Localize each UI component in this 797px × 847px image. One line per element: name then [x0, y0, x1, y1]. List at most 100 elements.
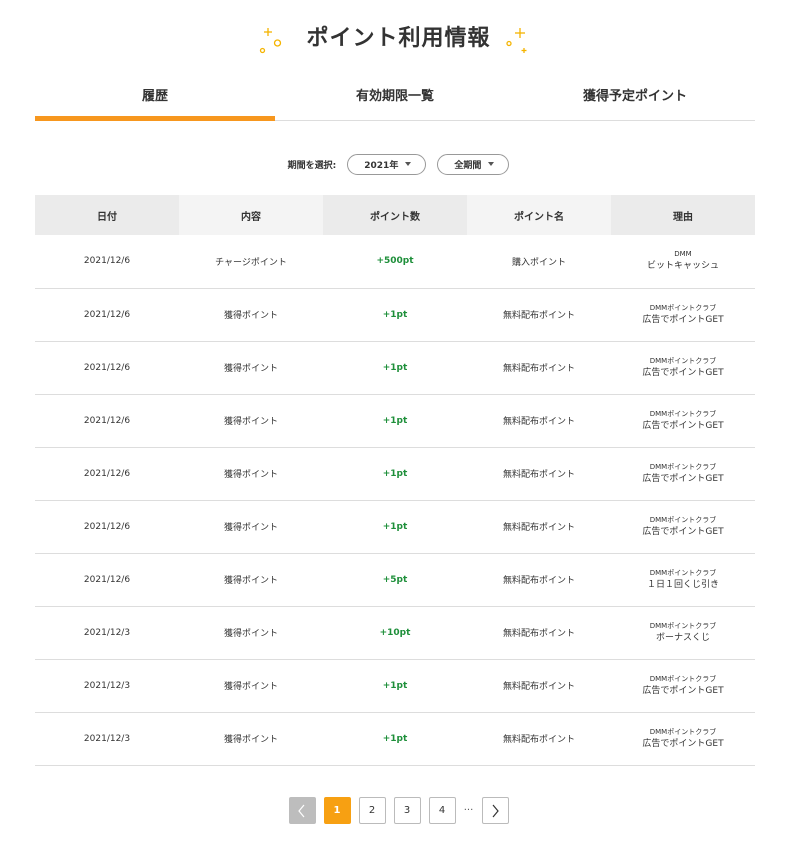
reason-source: DMMポイントクラブ [649, 303, 717, 312]
cell-date: 2021/12/6 [35, 447, 179, 501]
period-select-value: 全期間 [454, 160, 482, 171]
cell-date: 2021/12/3 [35, 606, 179, 660]
reason-detail: 広告でポイントGET [642, 473, 724, 484]
page-3-button[interactable]: 3 [393, 797, 421, 824]
header-reason: 理由 [611, 195, 755, 235]
history-table: 日付 内容 ポイント数 ポイント名 理由 2021/12/6 チャージポイント … [35, 195, 755, 766]
sparkle-icon [506, 28, 527, 53]
reason-source: DMMポイントクラブ [649, 462, 717, 471]
reason-detail: 広告でポイントGET [642, 685, 724, 696]
cell-points: +1pt [323, 288, 467, 342]
cell-point-name: 無料配布ポイント [467, 553, 611, 607]
year-select[interactable]: 2021年 [347, 153, 427, 175]
cell-date: 2021/12/3 [35, 712, 179, 766]
cell-point-name: 購入ポイント [467, 235, 611, 289]
cell-date: 2021/12/6 [35, 288, 179, 342]
reason-source: DMMポイントクラブ [649, 568, 717, 577]
year-select-value: 2021年 [364, 160, 399, 171]
cell-point-name: 無料配布ポイント [467, 712, 611, 766]
reason-source: DMMポイントクラブ [649, 621, 717, 630]
cell-reason: DMM ビットキャッシュ [611, 235, 755, 289]
reason-source: DMMポイントクラブ [649, 674, 717, 683]
page-2-button[interactable]: 2 [358, 797, 386, 824]
reason-detail: 広告でポイントGET [642, 526, 724, 537]
cell-points: +500pt [323, 235, 467, 289]
cell-reason: DMMポイントクラブ １日１回くじ引き [611, 553, 755, 607]
cell-point-name: 無料配布ポイント [467, 341, 611, 395]
caret-down-icon [488, 162, 495, 166]
reason-detail: 広告でポイントGET [642, 420, 724, 431]
reason-detail: 広告でポイントGET [642, 738, 724, 749]
cell-date: 2021/12/6 [35, 394, 179, 448]
cell-point-name: 無料配布ポイント [467, 659, 611, 713]
cell-point-name: 無料配布ポイント [467, 606, 611, 660]
cell-reason: DMMポイントクラブ 広告でポイントGET [611, 341, 755, 395]
cell-point-name: 無料配布ポイント [467, 500, 611, 554]
reason-detail: 広告でポイントGET [642, 367, 724, 378]
cell-reason: DMMポイントクラブ ボーナスくじ [611, 606, 755, 660]
cell-points: +1pt [323, 659, 467, 713]
cell-content: 獲得ポイント [179, 500, 323, 554]
chevron-right-icon [492, 804, 499, 817]
chevron-left-icon [298, 804, 305, 817]
table-row: 2021/12/3 獲得ポイント +1pt 無料配布ポイント DMMポイントクラ… [35, 712, 755, 766]
prev-page-button[interactable] [288, 797, 316, 824]
reason-source: DMMポイントクラブ [649, 409, 717, 418]
table-row: 2021/12/6 獲得ポイント +1pt 無料配布ポイント DMMポイントクラ… [35, 394, 755, 448]
cell-content: 獲得ポイント [179, 553, 323, 607]
cell-points: +10pt [323, 606, 467, 660]
table-header-row: 日付 内容 ポイント数 ポイント名 理由 [35, 195, 755, 235]
cell-points: +5pt [323, 553, 467, 607]
reason-detail: ビットキャッシュ [646, 261, 719, 272]
page-title: ポイント利用情報 [306, 26, 491, 51]
cell-date: 2021/12/6 [35, 500, 179, 554]
page-header: ポイント利用情報 [0, 22, 797, 58]
reason-detail: ボーナスくじ [655, 632, 710, 643]
cell-content: 獲得ポイント [179, 394, 323, 448]
cell-points: +1pt [323, 712, 467, 766]
cell-reason: DMMポイントクラブ 広告でポイントGET [611, 659, 755, 713]
cell-reason: DMMポイントクラブ 広告でポイントGET [611, 394, 755, 448]
cell-date: 2021/12/6 [35, 553, 179, 607]
cell-points: +1pt [323, 341, 467, 395]
tab-scheduled-points[interactable]: 獲得予定ポイント [515, 80, 755, 120]
cell-points: +1pt [323, 500, 467, 554]
cell-content: 獲得ポイント [179, 447, 323, 501]
cell-content: 獲得ポイント [179, 659, 323, 713]
period-select[interactable]: 全期間 [437, 153, 510, 175]
caret-down-icon [405, 162, 412, 166]
tab-history[interactable]: 履歴 [35, 80, 275, 121]
reason-source: DMMポイントクラブ [649, 727, 717, 736]
header-point-name: ポイント名 [467, 195, 611, 235]
next-page-button[interactable] [481, 797, 509, 824]
pagination-ellipsis: ··· [463, 805, 474, 816]
cell-reason: DMMポイントクラブ 広告でポイントGET [611, 712, 755, 766]
tab-bar: 履歴 有効期限一覧 獲得予定ポイント [35, 80, 755, 121]
sparkle-icon [259, 28, 282, 54]
cell-content: 獲得ポイント [179, 288, 323, 342]
cell-content: チャージポイント [179, 235, 323, 289]
filter-label: 期間を選択: [287, 160, 337, 171]
page-4-button[interactable]: 4 [428, 797, 456, 824]
header-content: 内容 [179, 195, 323, 235]
cell-points: +1pt [323, 447, 467, 501]
cell-reason: DMMポイントクラブ 広告でポイントGET [611, 500, 755, 554]
reason-detail: 広告でポイントGET [642, 314, 724, 325]
table-row: 2021/12/6 獲得ポイント +1pt 無料配布ポイント DMMポイントクラ… [35, 288, 755, 342]
reason-detail: １日１回くじ引き [646, 579, 719, 590]
table-row: 2021/12/3 獲得ポイント +1pt 無料配布ポイント DMMポイントクラ… [35, 659, 755, 713]
tab-expiration-list[interactable]: 有効期限一覧 [275, 80, 515, 120]
table-row: 2021/12/3 獲得ポイント +10pt 無料配布ポイント DMMポイントク… [35, 606, 755, 660]
reason-source: DMM [674, 250, 692, 259]
cell-point-name: 無料配布ポイント [467, 394, 611, 448]
table-row: 2021/12/6 チャージポイント +500pt 購入ポイント DMM ビットキ… [35, 235, 755, 289]
cell-point-name: 無料配布ポイント [467, 288, 611, 342]
pagination: 1 2 3 4 ··· [0, 797, 797, 824]
table-row: 2021/12/6 獲得ポイント +1pt 無料配布ポイント DMMポイントクラ… [35, 500, 755, 554]
cell-date: 2021/12/3 [35, 659, 179, 713]
cell-content: 獲得ポイント [179, 712, 323, 766]
table-row: 2021/12/6 獲得ポイント +5pt 無料配布ポイント DMMポイントクラ… [35, 553, 755, 607]
page-1-button[interactable]: 1 [323, 797, 351, 824]
cell-date: 2021/12/6 [35, 235, 179, 289]
cell-content: 獲得ポイント [179, 341, 323, 395]
